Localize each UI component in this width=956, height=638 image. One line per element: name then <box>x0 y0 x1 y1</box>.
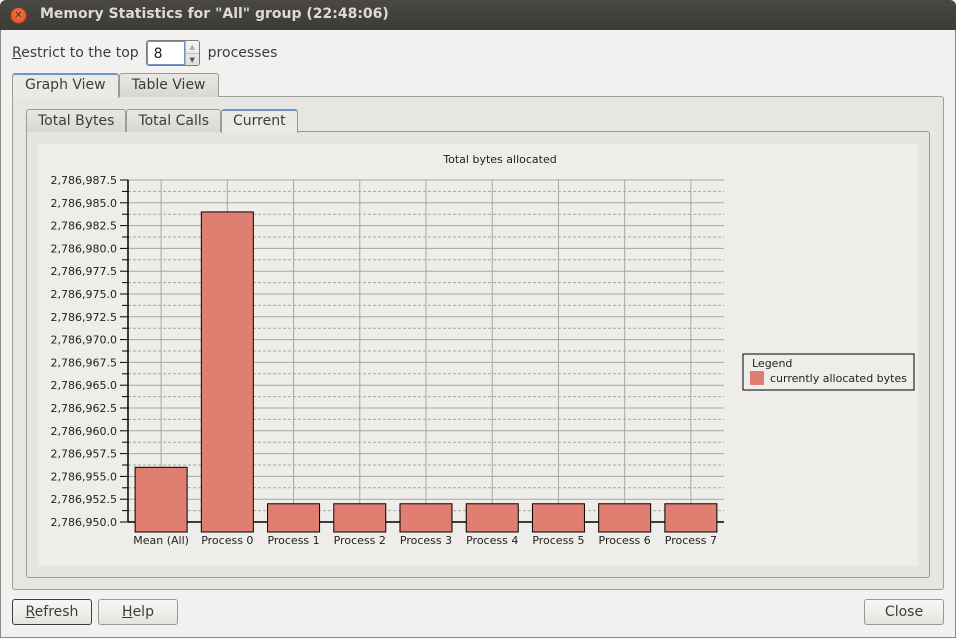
y-tick-label: 2,786,985.0 <box>51 197 117 210</box>
bar-chart: Total bytes allocated 2,786,950.0 2,786,95… <box>51 153 915 547</box>
y-tick-label: 2,786,962.5 <box>51 402 117 415</box>
close-button[interactable]: Close <box>864 599 944 625</box>
y-tick-label: 2,786,977.5 <box>51 265 117 278</box>
process-count-input[interactable]: 8 <box>146 41 185 65</box>
x-tick-label: Process 2 <box>334 534 386 547</box>
processes-label: processes <box>207 45 278 61</box>
x-tick-label: Process 3 <box>400 534 452 547</box>
x-tick-label: Mean (All) <box>133 534 189 547</box>
bar-process-0 <box>200 211 254 533</box>
x-tick-label: Process 7 <box>665 534 717 547</box>
metric-tabs: Total Bytes Total Calls Current <box>26 109 298 133</box>
bar-mean-all <box>134 466 188 533</box>
window-title: Memory Statistics for "All" group (22:48… <box>40 6 389 22</box>
x-tick-label: Process 5 <box>532 534 584 547</box>
y-tick-label: 2,786,980.0 <box>51 242 117 255</box>
spin-down-icon[interactable]: ▼ <box>186 54 199 65</box>
legend-swatch <box>750 371 764 385</box>
y-tick-label: 2,786,987.5 <box>51 174 117 187</box>
x-tick-label: Process 0 <box>201 534 253 547</box>
y-tick-label: 2,786,952.5 <box>51 493 117 506</box>
y-tick-label: 2,786,955.0 <box>51 470 117 483</box>
y-tick-label: 2,786,972.5 <box>51 311 117 324</box>
restrict-label: Restrict to the top <box>12 45 139 61</box>
y-tick-label: 2,786,965.0 <box>51 379 117 392</box>
tab-current[interactable]: Current <box>221 109 298 133</box>
bar-process-7 <box>664 503 718 533</box>
bar-process-5 <box>531 503 585 533</box>
tab-table-view[interactable]: Table View <box>118 73 219 97</box>
y-tick-label: 2,786,950.0 <box>51 516 117 529</box>
process-count-spinner[interactable]: 8 ▲ ▼ <box>145 40 200 66</box>
bar-process-6 <box>598 503 652 533</box>
spin-up-icon[interactable]: ▲ <box>185 41 199 54</box>
window-close-icon[interactable]: ✕ <box>10 7 27 24</box>
y-tick-label: 2,786,970.0 <box>51 334 117 347</box>
bar-process-2 <box>333 503 387 533</box>
legend-label: currently allocated bytes <box>770 372 907 385</box>
y-tick-label: 2,786,975.0 <box>51 288 117 301</box>
legend-title: Legend <box>752 357 792 370</box>
x-tick-label: Process 1 <box>267 534 319 547</box>
restrict-row: Restrict to the top 8 ▲ ▼ processes <box>12 40 277 66</box>
x-tick-label: Process 4 <box>466 534 518 547</box>
y-tick-label: 2,786,957.5 <box>51 448 117 461</box>
refresh-button[interactable]: Refresh <box>12 599 92 625</box>
y-tick-label: 2,786,967.5 <box>51 356 117 369</box>
bar-process-1 <box>267 503 321 533</box>
chart-area: Total bytes allocated 2,786,950.0 2,786,95… <box>38 144 918 566</box>
tab-graph-view[interactable]: Graph View <box>12 73 119 98</box>
bar-process-3 <box>399 503 453 533</box>
view-tabs: Graph View Table View <box>12 73 219 98</box>
y-tick-label: 2,786,960.0 <box>51 425 117 438</box>
title-bar: ✕ Memory Statistics for "All" group (22:… <box>0 0 956 30</box>
help-button[interactable]: Help <box>98 599 178 625</box>
tab-total-bytes[interactable]: Total Bytes <box>26 109 127 132</box>
tab-total-calls[interactable]: Total Calls <box>126 109 222 132</box>
bar-process-4 <box>465 503 519 533</box>
y-tick-label: 2,786,982.5 <box>51 220 117 233</box>
x-tick-label: Process 6 <box>599 534 651 547</box>
chart-title: Total bytes allocated <box>442 153 556 166</box>
